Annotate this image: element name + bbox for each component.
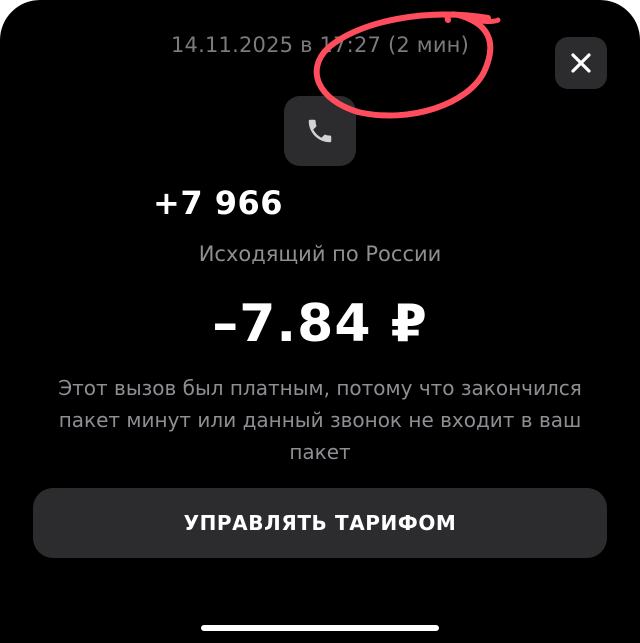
close-icon [571, 53, 591, 73]
phone-icon [308, 119, 332, 143]
call-cost: –7.84 ₽ [212, 294, 428, 354]
close-button[interactable] [555, 37, 607, 89]
call-type-label: Исходящий по России [198, 242, 442, 266]
phone-number: +7 966 [153, 184, 284, 222]
call-timestamp: 14.11.2025 в 17:27 (2 мин) [170, 33, 469, 57]
manage-tariff-button[interactable]: УПРАВЛЯТЬ ТАРИФОМ [33, 488, 607, 558]
charge-explanation: Этот вызов был платным, потому что закон… [58, 376, 582, 464]
call-details-sheet: 14.11.2025 в 17:27 (2 мин) +7 966 Исходя… [0, 0, 640, 643]
home-indicator[interactable] [201, 625, 439, 631]
call-type-badge [284, 96, 356, 166]
